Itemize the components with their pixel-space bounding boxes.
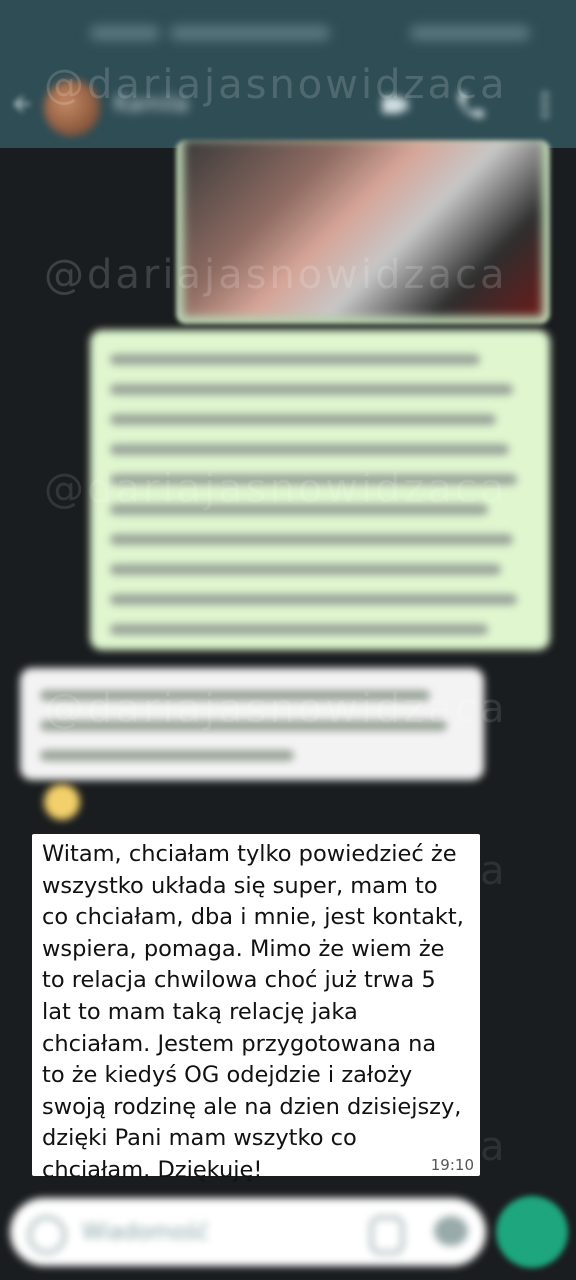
- mic-button[interactable]: [496, 1196, 568, 1268]
- back-arrow-icon[interactable]: [10, 92, 34, 116]
- watermark: @dariajasnowidzaca: [44, 62, 508, 108]
- watermark: @dariajasnowidzaca: [44, 252, 508, 298]
- status-icons-left: [90, 26, 160, 40]
- more-options-icon[interactable]: [528, 88, 562, 122]
- emoji-icon[interactable]: [28, 1216, 66, 1254]
- status-icons-right: [410, 26, 530, 40]
- highlighted-message-bubble[interactable]: Witam, chciałam tylko powiedzieć że wszy…: [32, 834, 480, 1183]
- watermark: @dariajasnowidzaca: [44, 686, 508, 732]
- message-input-bar[interactable]: Wiadomość: [10, 1198, 486, 1266]
- message-text: Witam, chciałam tylko powiedzieć że wszy…: [42, 841, 464, 1183]
- watermark: @dariajasnowidzaca: [44, 466, 508, 512]
- camera-icon[interactable]: [434, 1216, 468, 1246]
- status-bar: [0, 0, 576, 64]
- message-input[interactable]: Wiadomość: [82, 1220, 209, 1245]
- attach-icon[interactable]: [370, 1216, 404, 1254]
- status-icons-center: [170, 26, 330, 40]
- emoji-reaction-icon: [44, 784, 80, 820]
- message-time: 19:10: [430, 1156, 474, 1174]
